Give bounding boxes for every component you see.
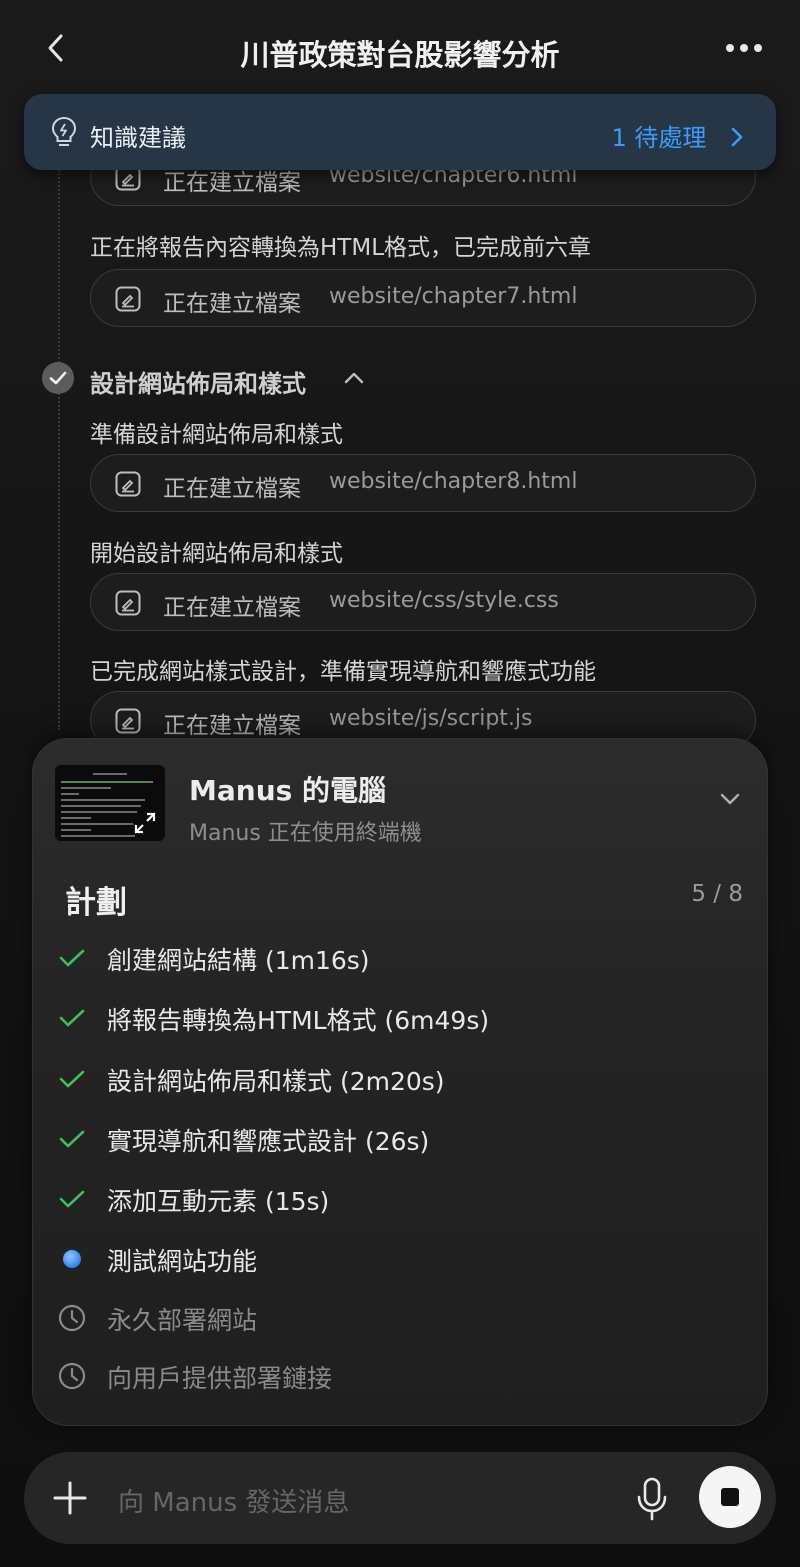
edit-file-icon xyxy=(115,286,141,312)
computer-panel: Manus 的電腦 Manus 正在使用終端機 計劃 5 / 8 創建網站結構 … xyxy=(32,738,768,1426)
file-path: website/css/style.css xyxy=(329,588,559,613)
app-root: 川普政策對台股影響分析 正在建立檔案 website/chapter6.html… xyxy=(0,0,800,1567)
terminal-line xyxy=(61,793,79,795)
message-input-bar: 向 Manus 發送消息 xyxy=(24,1452,776,1544)
check-icon xyxy=(59,1070,85,1088)
check-icon xyxy=(59,949,85,967)
step-text: 準備設計網站佈局和樣式 xyxy=(90,422,343,448)
terminal-line xyxy=(61,811,137,813)
terminal-thumbnail[interactable] xyxy=(55,765,165,841)
plan-title: 計劃 xyxy=(65,885,127,921)
task-label: 創建網站結構 (1m16s) xyxy=(107,946,370,975)
terminal-line xyxy=(61,805,141,807)
knowledge-suggestion-banner[interactable]: 知識建議 1 待處理 xyxy=(24,94,776,170)
banner-label: 知識建議 xyxy=(90,124,186,152)
stop-icon xyxy=(721,1488,739,1506)
terminal-line xyxy=(61,781,153,783)
terminal-line xyxy=(61,823,133,825)
file-path: website/chapter7.html xyxy=(329,284,578,309)
computer-status: Manus 正在使用終端機 xyxy=(189,821,422,846)
in-progress-dot-icon xyxy=(63,1250,81,1268)
task-label: 向用戶提供部署鏈接 xyxy=(107,1364,333,1393)
step-text: 已完成網站樣式設計，準備實現導航和響應式功能 xyxy=(90,659,596,685)
chevron-up-icon xyxy=(344,372,364,384)
task-label: 永久部署網站 xyxy=(107,1306,258,1335)
plan-task: 將報告轉換為HTML格式 (6m49s) xyxy=(57,997,747,1037)
check-circle-icon xyxy=(42,362,74,394)
microphone-icon[interactable] xyxy=(634,1476,670,1522)
terminal-line xyxy=(61,787,111,789)
pending-count-label: 1 待處理 xyxy=(611,124,707,152)
lightbulb-icon xyxy=(51,116,77,146)
edit-file-icon xyxy=(115,590,141,616)
stop-button[interactable] xyxy=(699,1466,761,1528)
edit-file-icon xyxy=(115,471,141,497)
file-action-pill[interactable]: 正在建立檔案 website/chapter7.html xyxy=(90,269,756,327)
terminal-line xyxy=(61,835,135,837)
section-title: 設計網站佈局和樣式 xyxy=(90,370,306,398)
file-action-label: 正在建立檔案 xyxy=(163,713,301,739)
plan-progress: 5 / 8 xyxy=(691,881,743,907)
check-icon xyxy=(59,1009,85,1027)
clock-icon xyxy=(58,1304,86,1332)
file-action-pill[interactable]: 正在建立檔案 website/chapter8.html xyxy=(90,454,756,512)
plan-task: 實現導航和響應式設計 (26s) xyxy=(57,1118,747,1158)
file-action-label: 正在建立檔案 xyxy=(163,595,301,621)
message-input[interactable]: 向 Manus 發送消息 xyxy=(118,1482,349,1519)
file-path: website/js/script.js xyxy=(329,706,533,731)
task-label: 將報告轉換為HTML格式 (6m49s) xyxy=(107,1006,490,1035)
chevron-right-icon xyxy=(731,127,743,147)
task-label: 測試網站功能 xyxy=(107,1247,258,1276)
file-action-label: 正在建立檔案 xyxy=(163,476,301,502)
terminal-line xyxy=(61,799,145,801)
pending-count-link[interactable]: 1 待處理 xyxy=(611,118,746,153)
task-label: 設計網站佈局和樣式 (2m20s) xyxy=(107,1067,445,1096)
terminal-line xyxy=(61,817,91,819)
file-action-label: 正在建立檔案 xyxy=(163,291,301,317)
expand-icon[interactable] xyxy=(133,811,157,835)
file-action-pill[interactable]: 正在建立檔案 website/css/style.css xyxy=(90,573,756,631)
plan-task: 創建網站結構 (1m16s) xyxy=(57,937,747,977)
check-icon xyxy=(59,1190,85,1208)
clock-icon xyxy=(58,1362,86,1390)
plan-task: 設計網站佈局和樣式 (2m20s) xyxy=(57,1058,747,1098)
plus-icon[interactable] xyxy=(52,1480,88,1516)
timeline-line xyxy=(58,170,60,730)
chevron-down-icon[interactable] xyxy=(719,791,741,807)
file-path: website/chapter8.html xyxy=(329,469,578,494)
step-text: 正在將報告內容轉換為HTML格式，已完成前六章 xyxy=(90,235,592,261)
edit-file-icon xyxy=(115,708,141,734)
terminal-line xyxy=(61,829,91,831)
computer-title: Manus 的電腦 xyxy=(189,774,387,807)
plan-task: 測試網站功能 xyxy=(57,1238,747,1278)
task-label: 實現導航和響應式設計 (26s) xyxy=(107,1127,430,1156)
plan-task: 永久部署網站 xyxy=(57,1297,747,1337)
plan-task: 添加互動元素 (15s) xyxy=(57,1178,747,1218)
step-text: 開始設計網站佈局和樣式 xyxy=(90,541,343,567)
check-icon xyxy=(59,1130,85,1148)
task-label: 添加互動元素 (15s) xyxy=(107,1187,330,1216)
terminal-line xyxy=(93,773,127,775)
plan-task: 向用戶提供部署鏈接 xyxy=(57,1355,747,1395)
